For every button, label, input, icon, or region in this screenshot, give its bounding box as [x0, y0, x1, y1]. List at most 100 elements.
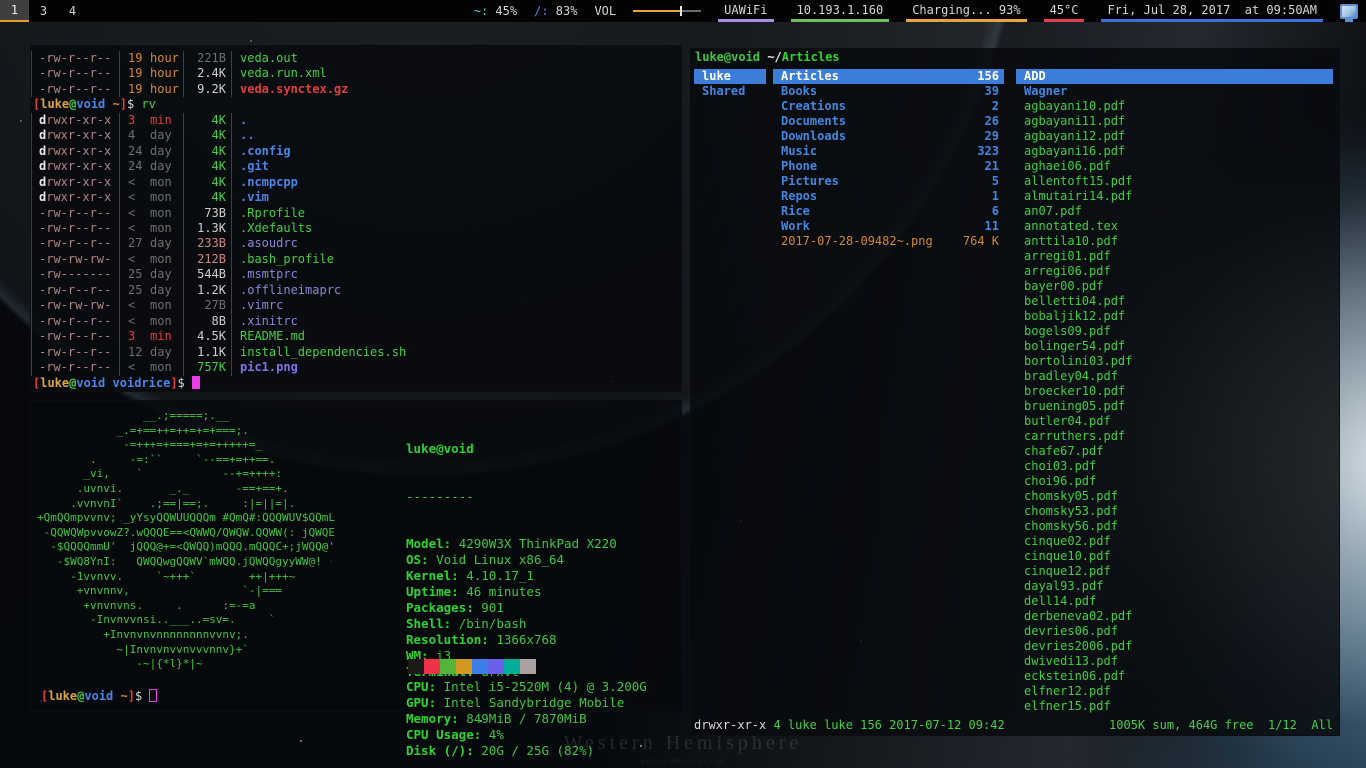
ranger-preview-item[interactable]: arregi01.pdf [1016, 249, 1333, 264]
ranger-item-count: 1 [992, 189, 999, 204]
ranger-preview-item[interactable]: devries06.pdf [1016, 624, 1333, 639]
ranger-preview-item[interactable]: bolinger54.pdf [1016, 339, 1333, 354]
ranger-preview-item[interactable]: ADD [1016, 69, 1333, 84]
root-usage-module[interactable]: /: 83% [534, 0, 577, 22]
ranger-directory-item[interactable]: Documents26 [773, 114, 1004, 129]
datetime-module[interactable]: Fri, Jul 28, 2017 at 09:50AM [1101, 0, 1323, 22]
ranger-preview-item[interactable]: dell14.pdf [1016, 594, 1333, 609]
file-row: drwxr-xr-x3min4K. [31, 113, 681, 128]
ranger-preview-item[interactable]: bogels09.pdf [1016, 324, 1333, 339]
ranger-item-name: choi03.pdf [1024, 459, 1096, 474]
ranger-directory-item[interactable]: Books39 [773, 84, 1004, 99]
ranger-directory-item[interactable]: Music323 [773, 144, 1004, 159]
ranger-preview-item[interactable]: dwivedi13.pdf [1016, 654, 1333, 669]
ranger-preview-item[interactable]: agbayani11.pdf [1016, 114, 1333, 129]
ranger-preview-item[interactable]: chomsky56.pdf [1016, 519, 1333, 534]
ranger-item-name: belletti04.pdf [1024, 294, 1125, 309]
home-icon: ~: [474, 4, 488, 18]
ranger-preview-item[interactable]: choi03.pdf [1016, 459, 1333, 474]
ranger-preview-item[interactable]: chafe67.pdf [1016, 444, 1333, 459]
ranger-directory-item[interactable]: Repos1 [773, 189, 1004, 204]
workspace-1[interactable]: 1 [0, 0, 29, 22]
ranger-preview-item[interactable]: cinque10.pdf [1016, 549, 1333, 564]
ranger-preview-item[interactable]: anttila10.pdf [1016, 234, 1333, 249]
ranger-directory-item[interactable]: Pictures5 [773, 174, 1004, 189]
ranger-preview-item[interactable]: aghaei06.pdf [1016, 159, 1333, 174]
ranger-preview-item[interactable]: chomsky05.pdf [1016, 489, 1333, 504]
ranger-preview-item[interactable]: bruening05.pdf [1016, 399, 1333, 414]
prompt-dollar: $ [135, 689, 149, 703]
ranger-preview-item[interactable]: annotated.tex [1016, 219, 1333, 234]
volume-remainder-bar [682, 10, 701, 12]
home-usage-module[interactable]: ~: 45% [474, 0, 517, 22]
ranger-preview-item[interactable]: bortolini03.pdf [1016, 354, 1333, 369]
ranger-preview-item[interactable]: cinque02.pdf [1016, 534, 1333, 549]
file-date: 24day [119, 159, 183, 174]
ranger-item-name: Creations [781, 99, 846, 114]
ranger-preview-item[interactable]: arregi06.pdf [1016, 264, 1333, 279]
ranger-preview-item[interactable]: butler04.pdf [1016, 414, 1333, 429]
ranger-preview-item[interactable]: an07.pdf [1016, 204, 1333, 219]
shell-prompt[interactable]: [luke@void ~]$ [37, 689, 157, 703]
ranger-preview-item[interactable]: broecker10.pdf [1016, 384, 1333, 399]
ranger-preview-item[interactable]: bobaljik12.pdf [1016, 309, 1333, 324]
ranger-preview-item[interactable]: almutairi14.pdf [1016, 189, 1333, 204]
ranger-directory-item[interactable]: Work11 [773, 219, 1004, 234]
ranger-preview-item[interactable]: carruthers.pdf [1016, 429, 1333, 444]
battery-module[interactable]: Charging... 93% [906, 0, 1026, 22]
display-tray-item[interactable] [1340, 0, 1358, 22]
ranger-directory-item[interactable]: Downloads29 [773, 129, 1004, 144]
ranger-preview-item[interactable]: eckstein06.pdf [1016, 669, 1333, 684]
terminal-window-neofetch[interactable]: __.;=====;.__ _.=+==++=++=+=+===;. -=+++… [30, 400, 682, 712]
ranger-preview-item[interactable]: dayal93.pdf [1016, 579, 1333, 594]
ranger-preview-item[interactable]: choi96.pdf [1016, 474, 1333, 489]
ranger-directory-item[interactable]: Rice6 [773, 204, 1004, 219]
shell-prompt-line[interactable]: [luke@void ~]$ [39, 689, 157, 703]
file-date: 3min [119, 329, 183, 344]
ranger-preview-item[interactable]: bradley04.pdf [1016, 369, 1333, 384]
ranger-preview-item[interactable]: Wagner [1016, 84, 1333, 99]
ranger-preview-item[interactable]: agbayani16.pdf [1016, 144, 1333, 159]
file-date-number: < [128, 206, 144, 221]
volume-slider[interactable] [633, 0, 701, 22]
neofetch-info-value: 849MiB / 7870MiB [466, 711, 586, 726]
ranger-window[interactable]: luke@void ~/Articles lukeShared Articles… [690, 48, 1340, 736]
file-date-number: 19 [128, 51, 144, 66]
file-row: -rw-r--r--19hour9.2Kveda.synctex.gz [31, 82, 681, 97]
ranger-parent-item[interactable]: Shared [694, 84, 766, 99]
ranger-preview-item[interactable]: belletti04.pdf [1016, 294, 1333, 309]
ranger-preview-item[interactable]: elfner12.pdf [1016, 684, 1333, 699]
file-permissions: -rw-r--r-- [31, 82, 119, 97]
ip-address-module[interactable]: 10.193.1.160 [791, 0, 890, 22]
workspace-3[interactable]: 3 [29, 0, 58, 22]
ranger-preview-item[interactable]: derbeneva02.pdf [1016, 609, 1333, 624]
file-row: drwxr-xr-x<mon4K.vim [31, 190, 681, 205]
ranger-parent-item[interactable]: luke [694, 69, 766, 84]
ranger-preview-item[interactable]: chomsky53.pdf [1016, 504, 1333, 519]
shell-prompt-line[interactable]: [luke@void voidrice]$ [31, 376, 681, 391]
temperature-module[interactable]: 45°C [1044, 0, 1085, 22]
file-permissions: -rw-r--r-- [31, 66, 119, 81]
ranger-preview-item[interactable]: bayer00.pdf [1016, 279, 1333, 294]
dir-flag: d [39, 175, 46, 189]
ranger-preview-item[interactable]: devries2006.pdf [1016, 639, 1333, 654]
ranger-directory-item[interactable]: Articles156 [773, 69, 1004, 84]
ranger-preview-item[interactable]: allentoft15.pdf [1016, 174, 1333, 189]
ranger-preview-item[interactable]: elfner15.pdf [1016, 699, 1333, 714]
ranger-item-name: Downloads [781, 129, 846, 144]
file-row: -rw-r--r--3min4.5KREADME.md [31, 329, 681, 344]
terminal-window-files[interactable]: -rw-r--r--19hour221Bveda.out-rw-r--r--19… [30, 45, 682, 392]
file-size: 4K [183, 159, 231, 174]
ranger-preview-item[interactable]: agbayani10.pdf [1016, 99, 1333, 114]
wifi-module[interactable]: UAWiFi [718, 0, 773, 22]
ranger-preview-item[interactable]: cinque12.pdf [1016, 564, 1333, 579]
ranger-media-file-item[interactable]: 2017-07-28-09482~.png764 K [773, 234, 1004, 249]
ranger-directory-item[interactable]: Creations2 [773, 99, 1004, 114]
workspace-4[interactable]: 4 [58, 0, 87, 22]
file-date-number: 19 [128, 66, 144, 81]
ranger-item-name: anttila10.pdf [1024, 234, 1118, 249]
file-size: 9.2K [183, 82, 231, 97]
ranger-directory-item[interactable]: Phone21 [773, 159, 1004, 174]
ranger-preview-item[interactable]: agbayani12.pdf [1016, 129, 1333, 144]
shell-prompt-line[interactable]: [luke@void ~]$ rv [31, 97, 681, 112]
